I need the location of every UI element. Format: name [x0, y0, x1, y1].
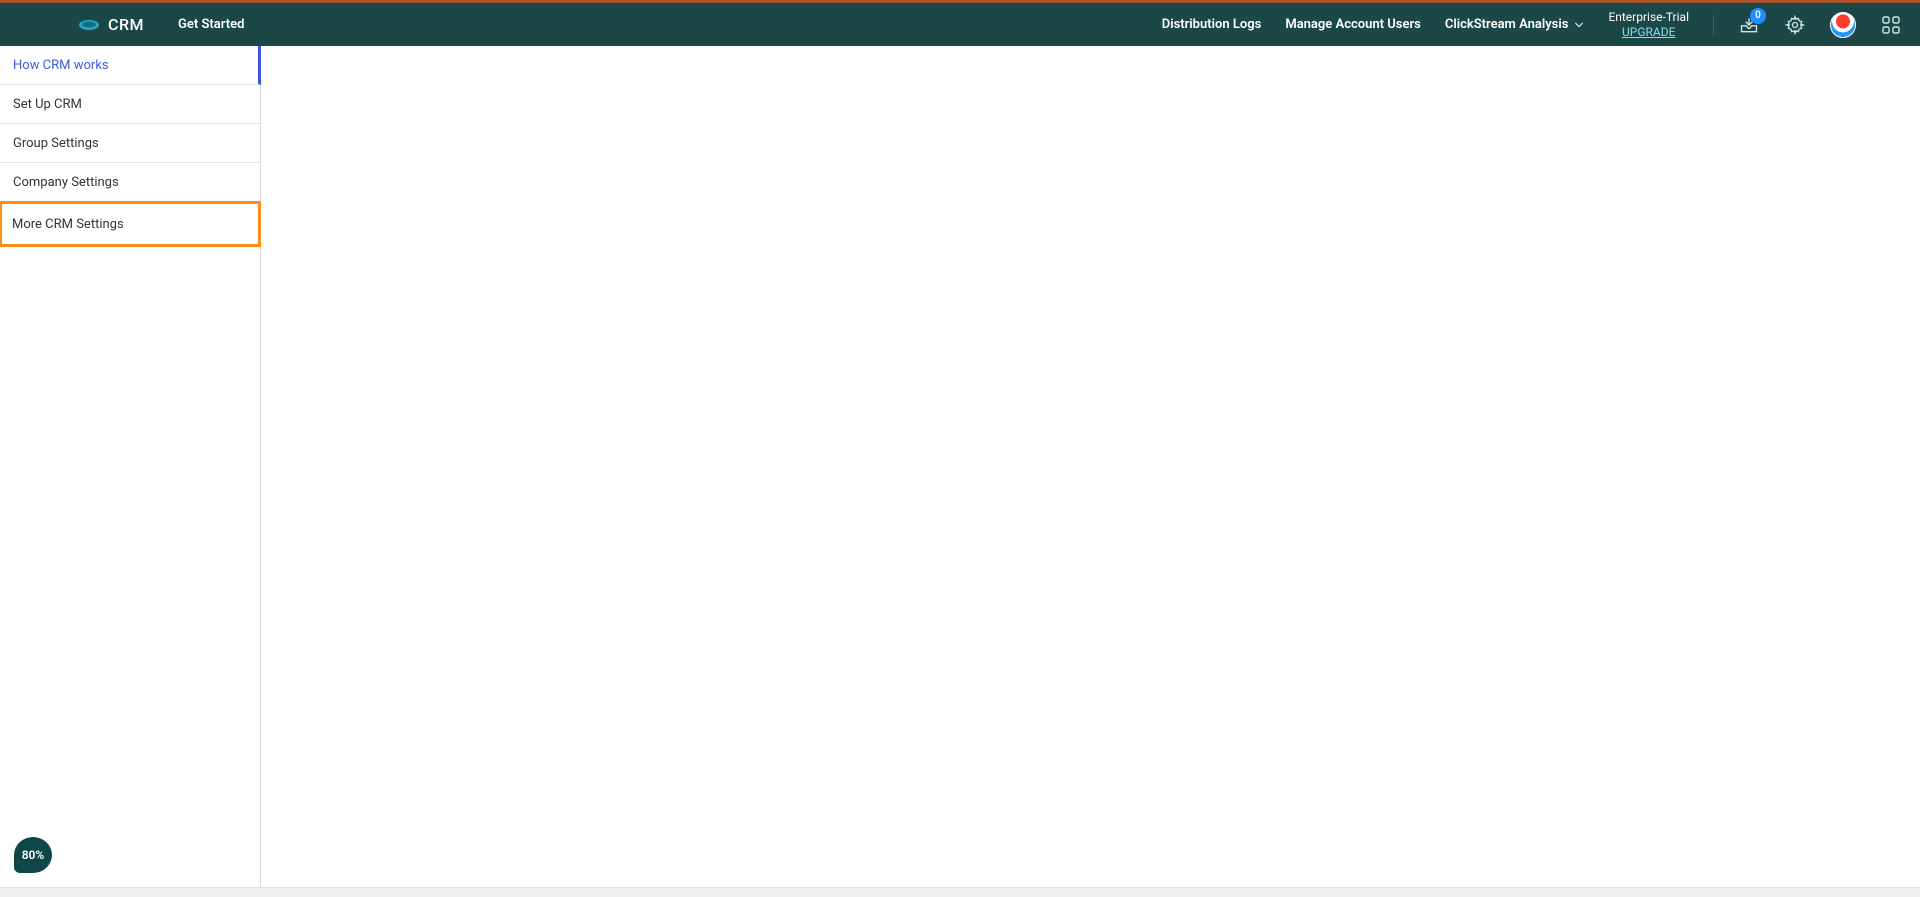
- progress-percent: 80%: [22, 848, 45, 862]
- brand-logo-icon: [78, 18, 100, 32]
- sidebar-item-label: Set Up CRM: [13, 97, 82, 112]
- brand-name: CRM: [108, 15, 144, 34]
- brand[interactable]: CRM: [78, 15, 144, 34]
- notifications-button[interactable]: 0: [1738, 14, 1760, 36]
- sidebar-item-label: Group Settings: [13, 136, 99, 151]
- nav-manage-account-users[interactable]: Manage Account Users: [1285, 17, 1421, 32]
- main-area: How CRM works Set Up CRM Group Settings …: [0, 46, 1920, 887]
- nav-right-group: Distribution Logs Manage Account Users C…: [1162, 10, 1902, 39]
- apps-button[interactable]: [1880, 14, 1902, 36]
- sidebar-item-label: Company Settings: [13, 175, 119, 190]
- upgrade-link[interactable]: UPGRADE: [1622, 25, 1675, 39]
- avatar[interactable]: [1830, 12, 1856, 38]
- top-navbar: CRM Get Started Distribution Logs Manage…: [0, 3, 1920, 46]
- gear-icon: [1785, 15, 1805, 35]
- trial-block: Enterprise-Trial UPGRADE: [1608, 10, 1689, 39]
- nav-clickstream-analysis-label: ClickStream Analysis: [1445, 17, 1569, 32]
- sidebar-item-label: How CRM works: [13, 58, 109, 73]
- trial-label: Enterprise-Trial: [1608, 10, 1689, 24]
- horizontal-scrollbar-track[interactable]: [0, 887, 1920, 897]
- nav-clickstream-analysis[interactable]: ClickStream Analysis: [1445, 17, 1585, 32]
- sidebar-item-set-up-crm[interactable]: Set Up CRM: [0, 85, 260, 124]
- sidebar: How CRM works Set Up CRM Group Settings …: [0, 46, 261, 887]
- chevron-down-icon: [1574, 20, 1584, 30]
- sidebar-item-more-crm-settings[interactable]: More CRM Settings: [0, 201, 261, 247]
- vertical-separator: [1713, 15, 1714, 35]
- apps-grid-icon: [1882, 16, 1900, 34]
- sidebar-item-label: More CRM Settings: [12, 217, 124, 232]
- content-area: [261, 46, 1920, 887]
- settings-button[interactable]: [1784, 14, 1806, 36]
- nav-distribution-logs[interactable]: Distribution Logs: [1162, 17, 1262, 32]
- progress-bubble[interactable]: 80%: [14, 837, 52, 873]
- sidebar-item-company-settings[interactable]: Company Settings: [0, 163, 260, 202]
- sidebar-item-how-crm-works[interactable]: How CRM works: [0, 46, 261, 85]
- notifications-badge: 0: [1750, 8, 1766, 24]
- sidebar-item-group-settings[interactable]: Group Settings: [0, 124, 260, 163]
- nav-get-started[interactable]: Get Started: [178, 17, 244, 32]
